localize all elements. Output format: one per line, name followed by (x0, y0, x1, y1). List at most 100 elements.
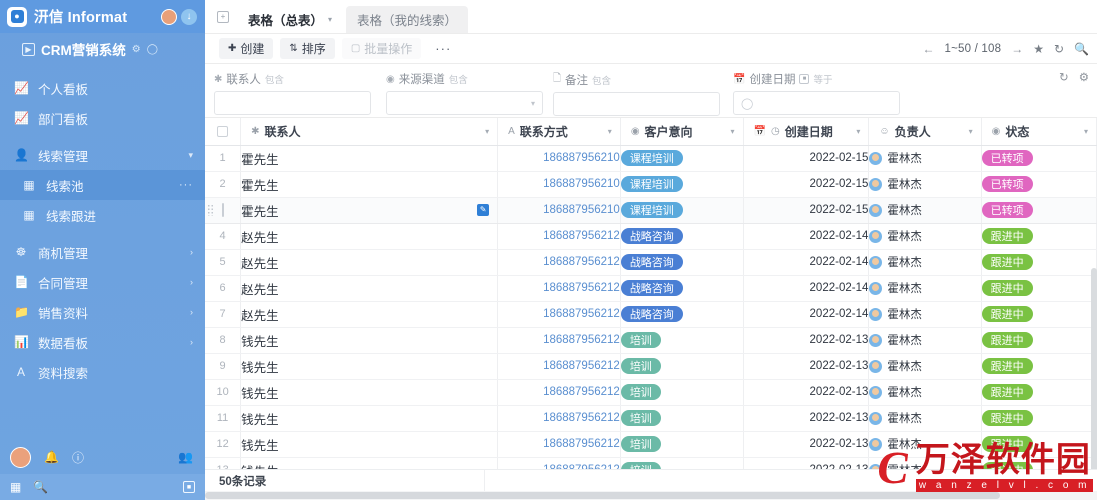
status-cell[interactable]: 跟进中 (981, 249, 1097, 276)
contact-name-cell[interactable]: 霍先生 (240, 171, 499, 198)
table-row[interactable]: 1 霍先生 186887956210 课程培训 2022-02-15 霍林杰 已转项 (205, 145, 1097, 172)
header-contact-method[interactable]: A 联系方式 ▾ (497, 118, 621, 146)
status-cell[interactable]: 跟进中 (981, 275, 1097, 302)
table-row[interactable]: 12 钱先生 186887956212 培训 2022-02-13 霍林杰 跟进中 (205, 431, 1097, 458)
table-row[interactable]: 5 赵先生 186887956212 战略咨询 2022-02-14 霍林杰 跟进中 (205, 249, 1097, 276)
filter-operator[interactable]: 包含 (449, 72, 468, 86)
customer-intent-cell[interactable]: 战略咨询 (620, 301, 744, 328)
header-select-all[interactable] (205, 118, 242, 146)
contact-name-cell[interactable]: 钱先生 (240, 431, 499, 458)
status-cell[interactable]: 跟进中 (981, 431, 1097, 458)
customer-intent-cell[interactable]: 培训 (620, 353, 744, 380)
owner-cell[interactable]: 霍林杰 (868, 301, 982, 328)
user-avatar-icon[interactable] (10, 446, 31, 468)
owner-cell[interactable]: 霍林杰 (868, 275, 982, 302)
row-index-cell[interactable]: 9 (205, 353, 242, 380)
created-date-cell[interactable]: 2022-02-13 (743, 327, 870, 354)
row-index-cell[interactable] (205, 197, 242, 224)
filter-source-select[interactable]: ▾ (386, 91, 543, 115)
contact-name-cell[interactable]: 赵先生 (240, 275, 499, 302)
drag-handle-icon[interactable] (207, 204, 214, 216)
add-tab-icon[interactable]: + (212, 1, 234, 33)
customer-intent-cell[interactable]: 培训 (620, 327, 744, 354)
sort-button[interactable]: ⇅ 排序 (280, 38, 335, 59)
app-title-row[interactable]: ▶ CRM营销系统 ⚙ ◯ (0, 33, 205, 65)
download-circle-icon[interactable]: ↓ (181, 8, 197, 25)
customer-intent-cell[interactable]: 课程培训 (620, 171, 744, 198)
status-cell[interactable]: 跟进中 (981, 327, 1097, 354)
chevron-down-icon[interactable]: ▾ (969, 127, 973, 136)
search-icon[interactable]: 🔍 (33, 480, 48, 494)
add-user-icon[interactable]: 👥 (178, 450, 193, 464)
contact-method-cell[interactable]: 186887956212 (497, 353, 621, 380)
row-index-cell[interactable]: 2 (205, 171, 242, 198)
customer-intent-cell[interactable]: 培训 (620, 405, 744, 432)
sidebar-item-opportunity-management[interactable]: ☸ 商机管理 › (0, 237, 205, 267)
row-index-cell[interactable]: 4 (205, 223, 242, 250)
filter-contact-input[interactable] (214, 91, 371, 115)
chevron-down-icon[interactable]: ▾ (856, 127, 860, 136)
header-status[interactable]: ◉ 状态 ▾ (981, 118, 1097, 146)
status-cell[interactable]: 跟进中 (981, 379, 1097, 406)
created-date-cell[interactable]: 2022-02-14 (743, 301, 870, 328)
created-date-cell[interactable]: 2022-02-14 (743, 249, 870, 276)
refresh-icon[interactable]: ↻ (1054, 42, 1064, 56)
contact-name-cell[interactable]: 霍先生 ✎ (240, 197, 499, 224)
created-date-cell[interactable]: 2022-02-13 (743, 353, 870, 380)
search-icon[interactable]: 🔍 (1074, 42, 1089, 56)
table-row[interactable]: 7 赵先生 186887956212 战略咨询 2022-02-14 霍林杰 跟进中 (205, 301, 1097, 328)
scrollbar-thumb[interactable] (205, 492, 1000, 499)
owner-cell[interactable]: 霍林杰 (868, 249, 982, 276)
contact-name-cell[interactable]: 钱先生 (240, 457, 499, 469)
row-checkbox-icon[interactable] (217, 125, 229, 137)
filter-date-input[interactable]: ◯ (733, 91, 900, 115)
sidebar-item-data-board[interactable]: 📊 数据看板 › (0, 327, 205, 357)
contact-method-cell[interactable]: 186887956212 (497, 327, 621, 354)
more-dots-icon[interactable]: ··· (179, 179, 193, 191)
owner-cell[interactable]: 霍林杰 (868, 327, 982, 354)
contact-name-cell[interactable]: 霍先生 (240, 145, 499, 172)
chevron-down-icon[interactable]: ▾ (328, 15, 332, 24)
status-cell[interactable]: 跟进中 (981, 223, 1097, 250)
status-cell[interactable]: 已转项 (981, 145, 1097, 172)
header-created-date[interactable]: 📅 ◷ 创建日期 ▾ (743, 118, 870, 146)
customer-intent-cell[interactable]: 战略咨询 (620, 249, 744, 276)
status-cell[interactable]: 已转项 (981, 171, 1097, 198)
customer-intent-cell[interactable]: 课程培训 (620, 145, 744, 172)
owner-cell[interactable]: 霍林杰 (868, 197, 982, 224)
row-index-cell[interactable]: 12 (205, 431, 242, 458)
row-index-cell[interactable]: 7 (205, 301, 242, 328)
header-owner[interactable]: ☺ 负责人 ▾ (868, 118, 982, 146)
arrow-right-icon[interactable]: → (1011, 42, 1023, 56)
created-date-cell[interactable]: 2022-02-13 (743, 379, 870, 406)
chevron-down-icon[interactable]: ▾ (1084, 127, 1088, 136)
created-date-cell[interactable]: 2022-02-15 (743, 171, 870, 198)
sidebar-item-department-board[interactable]: 📈 部门看板 (0, 103, 205, 133)
table-row[interactable]: 11 钱先生 186887956212 培训 2022-02-13 霍林杰 跟进中 (205, 405, 1097, 432)
sidebar-item-personal-board[interactable]: 📈 个人看板 (0, 73, 205, 103)
table-row[interactable]: 9 钱先生 186887956212 培训 2022-02-13 霍林杰 跟进中 (205, 353, 1097, 380)
tab-my-leads[interactable]: 表格（我的线索） (346, 6, 469, 33)
table-row[interactable]: 13钱先生 186887956212培训 2022-02-13 霍林杰 跟进中 (205, 457, 1097, 469)
star-icon[interactable]: ★ (1033, 42, 1044, 56)
contact-method-cell[interactable]: 186887956212 (497, 275, 621, 302)
header-customer-intent[interactable]: ◉ 客户意向 ▾ (620, 118, 744, 146)
sidebar-item-lead-management[interactable]: 👤 线索管理 ▾ (0, 140, 205, 170)
contact-name-cell[interactable]: 钱先生 (240, 353, 499, 380)
created-date-cell[interactable]: 2022-02-15 (743, 145, 870, 172)
table-row[interactable]: 2 霍先生 186887956210 课程培训 2022-02-15 霍林杰 已转项 (205, 171, 1097, 198)
table-row[interactable]: 霍先生 ✎ 186887956210 课程培训 2022-02-15 霍林杰 已转项 (205, 197, 1097, 224)
customer-intent-cell[interactable]: 战略咨询 (620, 275, 744, 302)
contact-method-cell[interactable]: 186887956212 (497, 249, 621, 276)
edit-icon[interactable]: ✎ (477, 204, 490, 216)
owner-cell[interactable]: 霍林杰 (868, 405, 982, 432)
contact-method-cell[interactable]: 186887956210 (497, 197, 621, 224)
table-row[interactable]: 8 钱先生 186887956212 培训 2022-02-13 霍林杰 跟进中 (205, 327, 1097, 354)
contact-name-cell[interactable]: 赵先生 (240, 223, 499, 250)
refresh-icon[interactable]: ↻ (1059, 70, 1069, 84)
contact-name-cell[interactable]: 钱先生 (240, 327, 499, 354)
owner-cell[interactable]: 霍林杰 (868, 223, 982, 250)
owner-cell[interactable]: 霍林杰 (868, 353, 982, 380)
row-index-cell[interactable]: 6 (205, 275, 242, 302)
create-button[interactable]: ✚ 创建 (219, 38, 274, 59)
